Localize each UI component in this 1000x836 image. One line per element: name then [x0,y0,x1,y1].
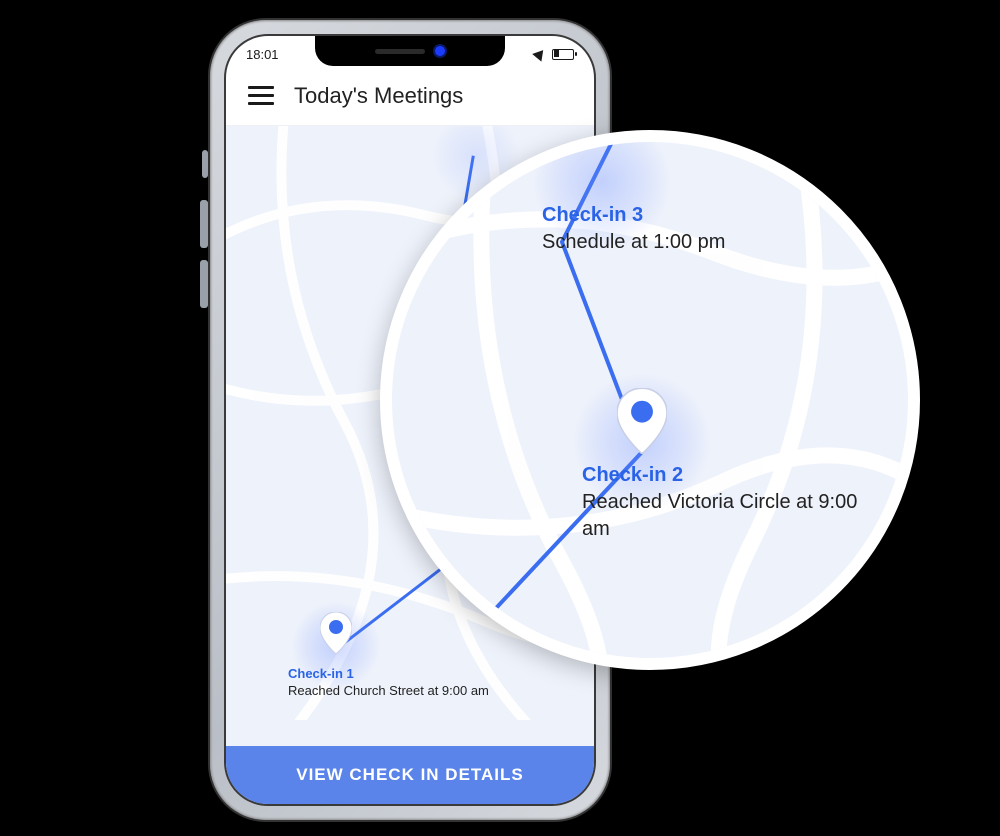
view-details-button[interactable]: VIEW CHECK IN DETAILS [226,746,594,804]
battery-icon [552,49,574,60]
phone-notch [315,36,505,66]
front-camera [435,46,445,56]
lens-checkin-2-pin[interactable] [617,388,667,454]
lens-checkin-3-label: Check-in 3 Schedule at 1:00 pm [542,202,725,256]
status-icons [534,49,574,60]
menu-icon[interactable] [248,81,274,110]
status-time: 18:01 [246,47,279,62]
magnifier-lens: Check-in 3 Schedule at 1:00 pm Check-in … [380,130,920,670]
phone-volume-down [200,260,208,308]
lens-checkin-2-label: Check-in 2 Reached Victoria Circle at 9:… [582,462,862,543]
phone-mute-switch [202,150,208,178]
location-icon [532,46,548,61]
page-title: Today's Meetings [294,83,463,109]
phone-volume-up [200,200,208,248]
speaker-grille [375,49,425,54]
checkin-1-label: Check-in 1 Reached Church Street at 9:00… [288,666,489,700]
checkin-1-pin[interactable] [320,612,352,654]
app-header: Today's Meetings [226,66,594,126]
